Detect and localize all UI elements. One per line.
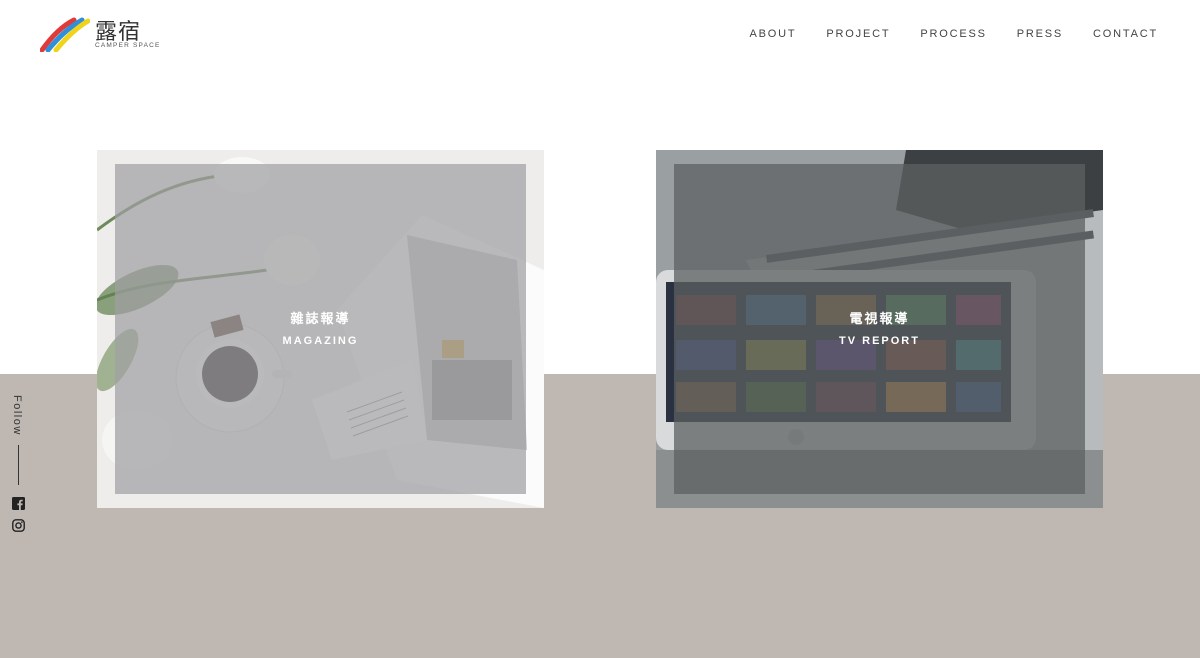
tv-title-en: TV REPORT <box>839 335 920 347</box>
nav-press[interactable]: PRESS <box>1017 28 1063 40</box>
tv-report-card[interactable]: 電視報導 TV REPORT <box>656 150 1103 508</box>
logo[interactable]: 露宿 CAMPER SPACE <box>40 14 159 54</box>
logo-brush-icon <box>40 17 90 52</box>
follow-divider <box>18 445 19 485</box>
nav-project[interactable]: PROJECT <box>826 28 890 40</box>
facebook-icon[interactable] <box>12 497 25 510</box>
magazine-card[interactable]: 雜誌報導 MAGAZING <box>97 150 544 508</box>
nav-process[interactable]: PROCESS <box>920 28 986 40</box>
main-nav: ABOUT PROJECT PROCESS PRESS CONTACT <box>720 28 1159 40</box>
follow-label: Follow <box>11 395 23 436</box>
instagram-icon[interactable] <box>12 519 25 532</box>
tv-title-cjk: 電視報導 <box>849 312 910 327</box>
magazine-title-en: MAGAZING <box>282 335 359 347</box>
magazine-title-cjk: 雜誌報導 <box>290 312 351 327</box>
tv-label: 電視報導 TV REPORT <box>656 308 1103 347</box>
nav-contact[interactable]: CONTACT <box>1093 28 1158 40</box>
press-page: 露宿 CAMPER SPACE ABOUT PROJECT PROCESS PR… <box>0 0 1200 658</box>
magazine-label: 雜誌報導 MAGAZING <box>97 308 544 347</box>
logo-subtitle: CAMPER SPACE <box>95 42 161 49</box>
nav-about[interactable]: ABOUT <box>750 28 797 40</box>
follow-sidebar: Follow <box>11 395 27 545</box>
